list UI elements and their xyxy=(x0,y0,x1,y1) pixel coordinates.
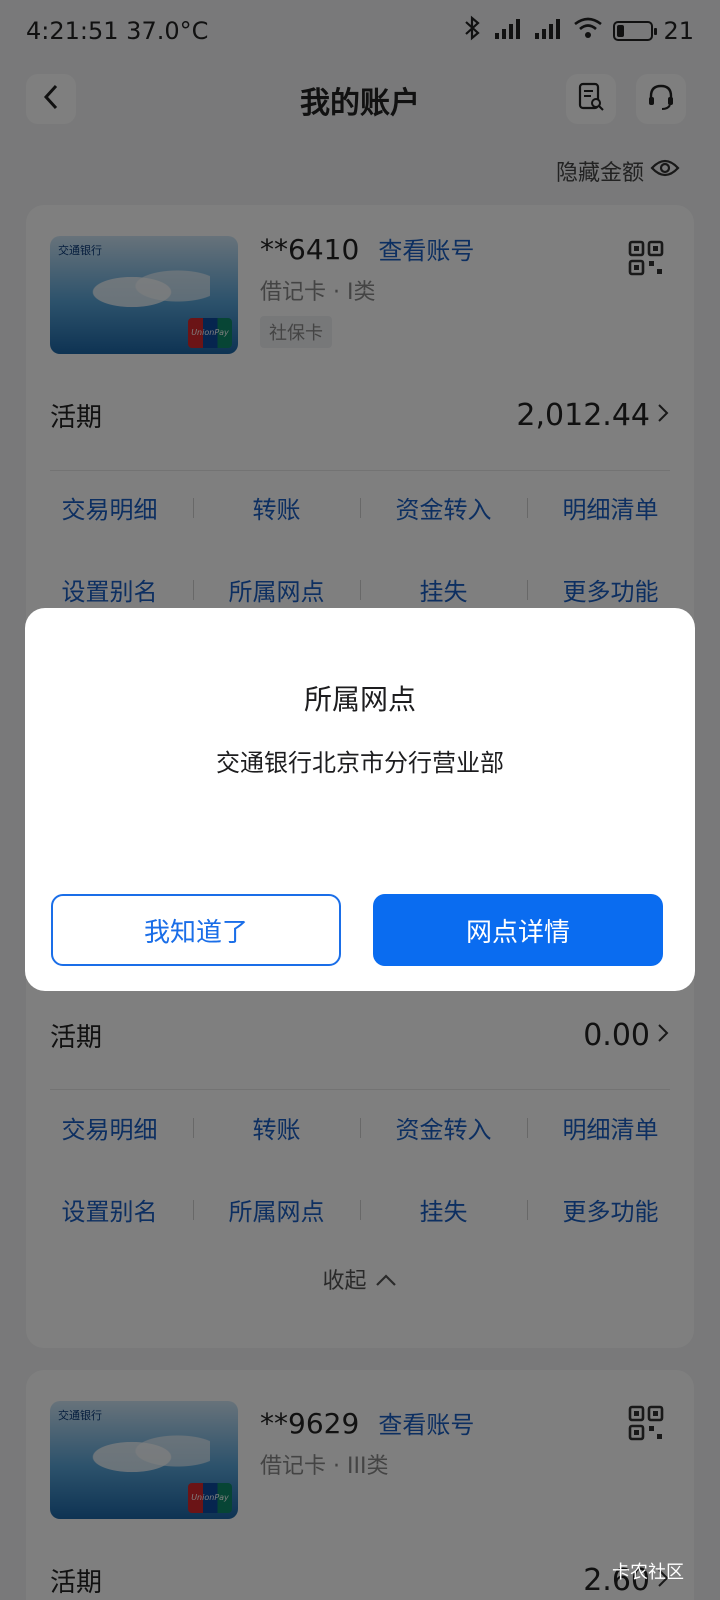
dialog-message: 交通银行北京市分行营业部 xyxy=(216,749,504,777)
got-it-button[interactable]: 我知道了 xyxy=(51,894,341,966)
dialog-title: 所属网点 xyxy=(303,683,416,716)
branch-dialog: 所属网点 交通银行北京市分行营业部 我知道了 网点详情 xyxy=(25,608,695,991)
watermark: 卡农社区 xyxy=(612,1562,684,1583)
branch-details-button[interactable]: 网点详情 xyxy=(373,894,663,966)
